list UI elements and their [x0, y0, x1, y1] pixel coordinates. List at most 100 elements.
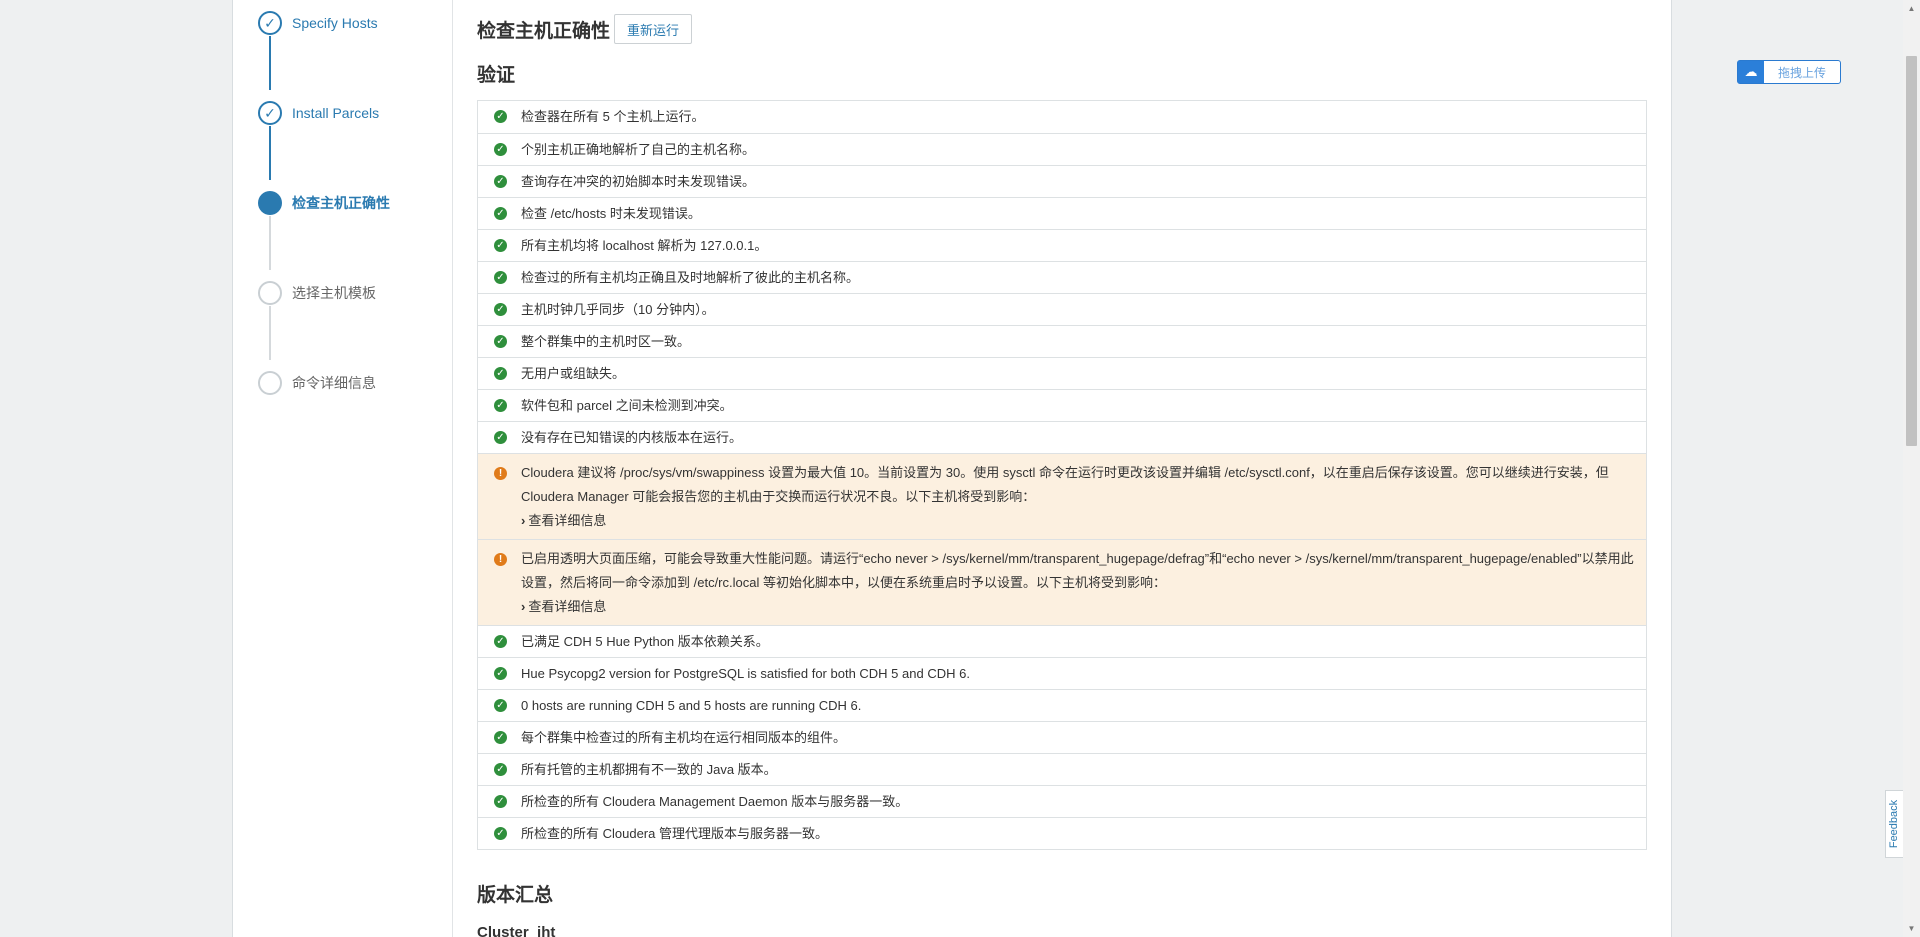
- active-step-dot-icon: [258, 191, 282, 215]
- cluster-name: Cluster_jht: [477, 924, 556, 937]
- check-text: 检查过的所有主机均正确且及时地解析了彼此的主机名称。: [521, 270, 860, 285]
- warning-icon: !: [494, 553, 507, 566]
- check-body: 已满足 CDH 5 Hue Python 版本依赖关系。: [521, 633, 769, 650]
- check-row: ✓ 检查器在所有 5 个主机上运行。: [478, 101, 1646, 133]
- check-body: 所有托管的主机都拥有不一致的 Java 版本。: [521, 761, 777, 778]
- check-circle-icon: ✓: [494, 827, 507, 840]
- view-details-label: 查看详细信息: [528, 513, 607, 528]
- check-text: 所检查的所有 Cloudera Management Daemon 版本与服务器…: [521, 794, 909, 809]
- check-text: 检查器在所有 5 个主机上运行。: [521, 109, 705, 124]
- wizard-steps: ✓ Specify Hosts ✓ Install Parcels 检查主机正确…: [233, 0, 453, 937]
- step-label: Specify Hosts: [292, 15, 378, 31]
- check-circle-icon: ✓: [494, 175, 507, 188]
- check-text: 所有主机均将 localhost 解析为 127.0.0.1。: [521, 238, 768, 253]
- check-row: ✓ 已满足 CDH 5 Hue Python 版本依赖关系。: [478, 625, 1646, 657]
- check-body: 主机时钟几乎同步（10 分钟内）。: [521, 301, 715, 318]
- check-row-warning: ! 已启用透明大页面压缩，可能会导致重大性能问题。请运行“echo never >…: [478, 539, 1646, 625]
- check-text: 所检查的所有 Cloudera 管理代理版本与服务器一致。: [521, 826, 828, 841]
- cloud-icon: ☁: [1738, 61, 1764, 83]
- view-details-link[interactable]: › 查看详细信息: [521, 509, 1636, 533]
- check-body: 已启用透明大页面压缩，可能会导致重大性能问题。请运行“echo never > …: [521, 547, 1636, 619]
- check-row: ✓ 主机时钟几乎同步（10 分钟内）。: [478, 293, 1646, 325]
- check-body: 所检查的所有 Cloudera Management Daemon 版本与服务器…: [521, 793, 908, 810]
- check-circle-icon: ✓: [494, 143, 507, 156]
- check-circle-icon: ✓: [494, 667, 507, 680]
- check-circle-icon: ✓: [494, 399, 507, 412]
- check-circle-icon: ✓: [494, 431, 507, 444]
- check-circle-icon: ✓: [258, 11, 282, 35]
- check-body: 软件包和 parcel 之间未检测到冲突。: [521, 397, 733, 414]
- check-text: 检查 /etc/hosts 时未发现错误。: [521, 206, 701, 221]
- check-body: 检查器在所有 5 个主机上运行。: [521, 108, 704, 125]
- check-body: 0 hosts are running CDH 5 and 5 hosts ar…: [521, 697, 861, 714]
- check-row: ✓ 没有存在已知错误的内核版本在运行。: [478, 421, 1646, 453]
- check-row: ✓ 所有主机均将 localhost 解析为 127.0.0.1。: [478, 229, 1646, 261]
- wizard-step-install-parcels[interactable]: ✓ Install Parcels: [258, 100, 379, 126]
- check-circle-icon: ✓: [494, 207, 507, 220]
- check-body: 没有存在已知错误的内核版本在运行。: [521, 429, 742, 446]
- vertical-scrollbar[interactable]: ▲ ▼: [1903, 0, 1920, 937]
- check-row: ✓ 检查 /etc/hosts 时未发现错误。: [478, 197, 1646, 229]
- check-circle-icon: ✓: [494, 271, 507, 284]
- check-body: 个别主机正确地解析了自己的主机名称。: [521, 141, 755, 158]
- check-row: ✓ 无用户或组缺失。: [478, 357, 1646, 389]
- warning-icon: !: [494, 467, 507, 480]
- check-text: 无用户或组缺失。: [521, 366, 626, 381]
- check-body: 无用户或组缺失。: [521, 365, 625, 382]
- check-circle-icon: ✓: [494, 367, 507, 380]
- check-row: ✓ 整个群集中的主机时区一致。: [478, 325, 1646, 357]
- check-circle-icon: ✓: [494, 239, 507, 252]
- check-body: Cloudera 建议将 /proc/sys/vm/swappiness 设置为…: [521, 461, 1636, 533]
- check-text: 0 hosts are running CDH 5 and 5 hosts ar…: [521, 698, 862, 713]
- upload-label: 拖拽上传: [1777, 65, 1826, 80]
- check-circle-icon: ✓: [494, 303, 507, 316]
- feedback-tab[interactable]: Feedback: [1885, 790, 1903, 858]
- step-label: 命令详细信息: [292, 375, 376, 391]
- view-details-link[interactable]: › 查看详细信息: [521, 595, 1636, 619]
- check-body: Hue Psycopg2 version for PostgreSQL is s…: [521, 665, 970, 682]
- drag-upload-widget[interactable]: ☁ 拖拽上传: [1737, 60, 1841, 84]
- validation-checks-table: ✓ 检查器在所有 5 个主机上运行。 ✓ 个别主机正确地解析了自己的主机名称。 ✓ 查询存…: [477, 100, 1647, 850]
- check-circle-icon: ✓: [494, 110, 507, 123]
- check-row: ✓ Hue Psycopg2 version for PostgreSQL is …: [478, 657, 1646, 689]
- view-details-label: 查看详细信息: [528, 599, 607, 614]
- empty-circle-icon: [258, 371, 282, 395]
- chevron-right-icon: ›: [521, 599, 526, 614]
- step-connector: [269, 36, 271, 90]
- check-circle-icon: ✓: [494, 635, 507, 648]
- check-text: 已启用透明大页面压缩，可能会导致重大性能问题。请运行“echo never > …: [521, 551, 1634, 590]
- check-row: ✓ 所有托管的主机都拥有不一致的 Java 版本。: [478, 753, 1646, 785]
- empty-circle-icon: [258, 281, 282, 305]
- validation-title: 验证: [477, 65, 516, 86]
- check-text: 查询存在冲突的初始脚本时未发现错误。: [521, 174, 756, 189]
- step-connector: [269, 306, 271, 360]
- check-row: ✓ 软件包和 parcel 之间未检测到冲突。: [478, 389, 1646, 421]
- step-label: 选择主机模板: [292, 285, 376, 301]
- check-text: 个别主机正确地解析了自己的主机名称。: [521, 142, 756, 157]
- check-text: 主机时钟几乎同步（10 分钟内）。: [521, 302, 715, 317]
- scroll-up-arrow-icon[interactable]: ▲: [1903, 0, 1920, 17]
- scroll-down-arrow-icon[interactable]: ▼: [1903, 920, 1920, 937]
- check-text: 整个群集中的主机时区一致。: [521, 334, 691, 349]
- check-row: ✓ 所检查的所有 Cloudera Management Daemon 版本与服务…: [478, 785, 1646, 817]
- feedback-label: Feedback: [1888, 799, 1901, 849]
- rerun-button[interactable]: 重新运行: [614, 14, 693, 44]
- check-circle-icon: ✓: [258, 101, 282, 125]
- wizard-step-specify-hosts[interactable]: ✓ Specify Hosts: [258, 10, 378, 36]
- check-text: Hue Psycopg2 version for PostgreSQL is s…: [521, 666, 970, 681]
- check-body: 所有主机均将 localhost 解析为 127.0.0.1。: [521, 237, 767, 254]
- step-connector: [269, 216, 271, 270]
- check-body: 查询存在冲突的初始脚本时未发现错误。: [521, 173, 755, 190]
- check-text: 已满足 CDH 5 Hue Python 版本依赖关系。: [521, 634, 769, 649]
- wizard-step-inspect-hosts: 检查主机正确性: [258, 190, 390, 216]
- page-title: 检查主机正确性: [477, 20, 611, 42]
- check-circle-icon: ✓: [494, 335, 507, 348]
- step-connector: [269, 126, 271, 180]
- check-text: 没有存在已知错误的内核版本在运行。: [521, 430, 743, 445]
- check-row: ✓ 所检查的所有 Cloudera 管理代理版本与服务器一致。: [478, 817, 1646, 849]
- scroll-thumb[interactable]: [1906, 56, 1917, 446]
- check-circle-icon: ✓: [494, 699, 507, 712]
- check-body: 检查 /etc/hosts 时未发现错误。: [521, 205, 701, 222]
- wizard-step-host-template: 选择主机模板: [258, 280, 376, 306]
- check-row: ✓ 检查过的所有主机均正确且及时地解析了彼此的主机名称。: [478, 261, 1646, 293]
